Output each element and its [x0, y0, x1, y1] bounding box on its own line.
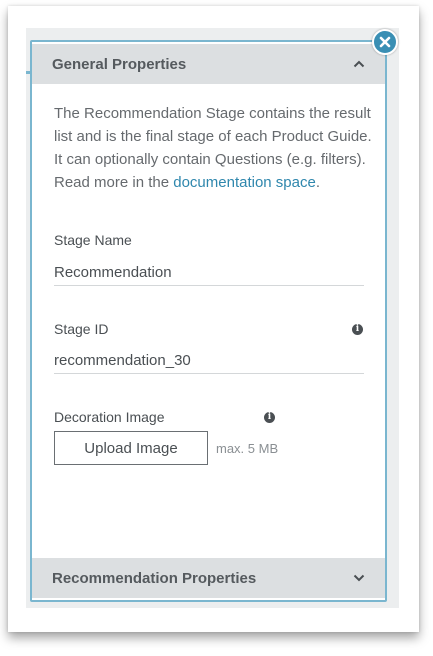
recommendation-properties-title: Recommendation Properties [52, 569, 257, 587]
stage-id-label: Stage ID [54, 321, 109, 337]
chevron-down-icon[interactable] [353, 574, 365, 582]
recommendation-properties-header[interactable]: Recommendation Properties [32, 558, 385, 598]
close-icon[interactable] [372, 29, 398, 55]
general-properties-title: General Properties [52, 55, 187, 73]
description-text: The Recommendation Stage contains the re… [54, 105, 372, 168]
stage-name-input[interactable] [54, 260, 364, 286]
stage-description: The Recommendation Stage contains the re… [54, 102, 374, 194]
stage-name-label: Stage Name [54, 232, 132, 248]
info-icon[interactable]: i [264, 412, 275, 423]
upload-image-button[interactable]: Upload Image [54, 431, 208, 465]
max-size-hint: max. 5 MB [216, 441, 279, 456]
info-icon[interactable]: i [352, 324, 363, 335]
documentation-link[interactable]: documentation space [173, 174, 316, 191]
properties-panel: General Properties The Recommendation St… [30, 40, 387, 602]
stage-id-input[interactable] [54, 348, 364, 374]
general-properties-header[interactable]: General Properties [32, 44, 385, 84]
read-more-prefix: Read more in the [54, 174, 174, 191]
decoration-image-label: Decoration Image [54, 409, 165, 425]
chevron-up-icon[interactable] [353, 60, 365, 68]
read-more-suffix: . [315, 174, 321, 191]
